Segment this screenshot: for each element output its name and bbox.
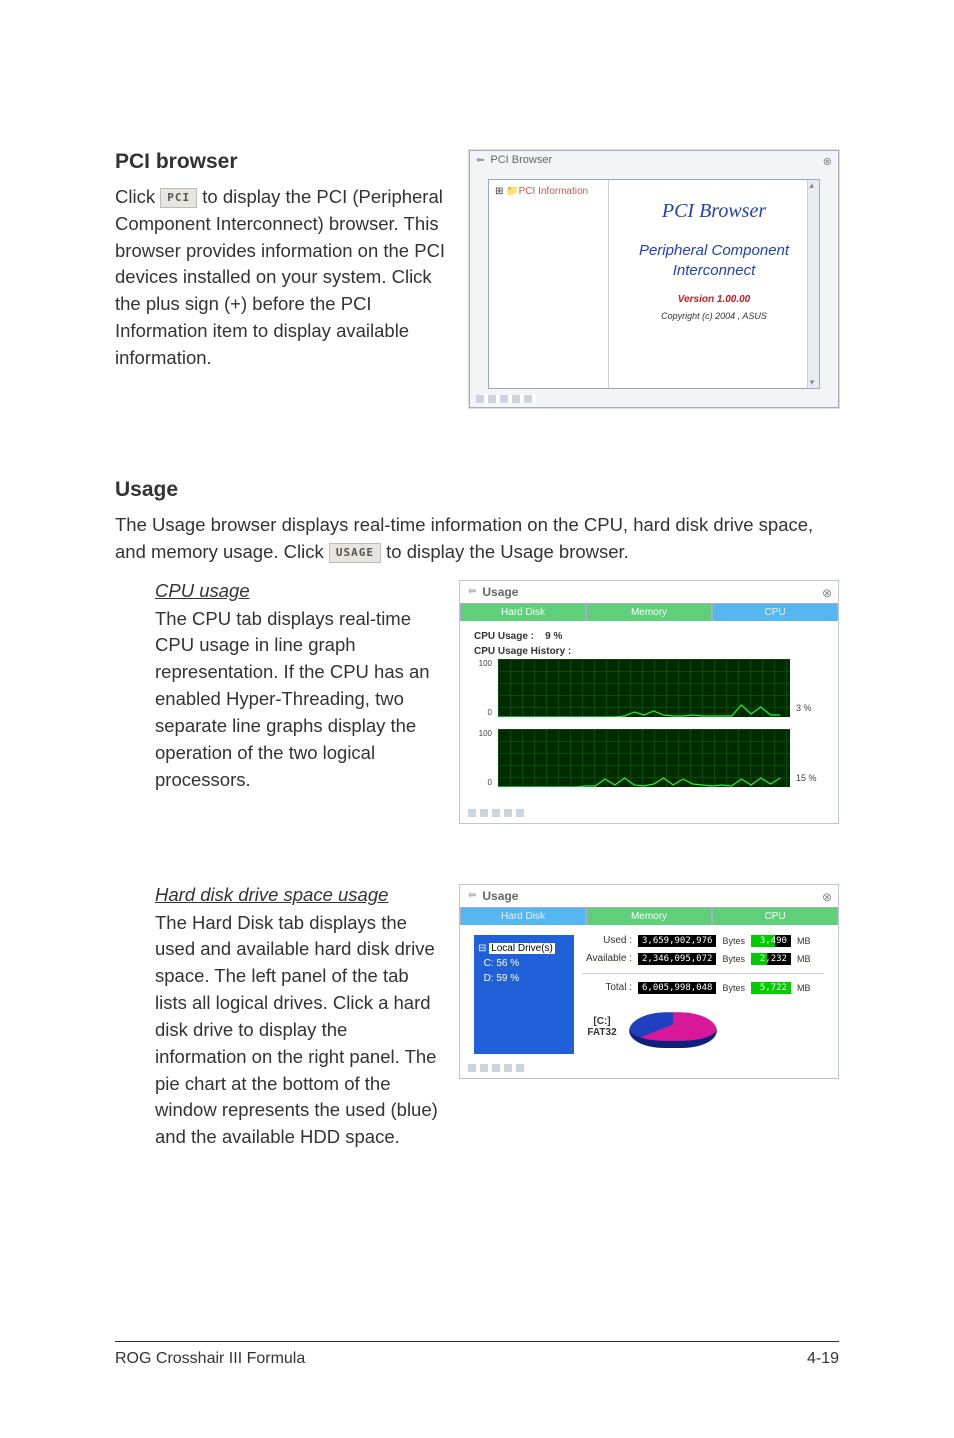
usage-section-text: The Usage browser displays real-time inf…	[115, 512, 839, 566]
tabs: Hard Disk Memory CPU	[460, 907, 838, 925]
hdd-total-label: Total :	[582, 982, 632, 993]
hdd-usage-window: Usage ⊗ Hard Disk Memory CPU ⊟ Local Dri…	[459, 884, 839, 1079]
cpu-usage-heading: CPU usage	[155, 580, 439, 602]
tab-hard-disk[interactable]: Hard Disk	[460, 603, 586, 621]
pci-content-sub2: Interconnect	[617, 261, 811, 281]
pci-content-sub1: Peripheral Component	[617, 241, 811, 261]
footer-right: 4-19	[807, 1350, 839, 1368]
window-grip	[476, 395, 536, 403]
hdd-row-available: Available : 2,346,095,072 Bytes 2,232 MB	[582, 953, 824, 965]
cpu-usage-text: The CPU tab displays real-time CPU usage…	[155, 606, 439, 794]
hdd-drive-tree[interactable]: ⊟ Local Drive(s) C: 56 % D: 59 %	[474, 935, 574, 1054]
cpu-window-title: Usage	[460, 581, 838, 603]
cpu-usage-label: CPU Usage :	[474, 631, 534, 642]
unit-mb: MB	[797, 983, 811, 993]
hdd-avail-mb: 2,232	[751, 953, 791, 965]
footer-left: ROG Crosshair III Formula	[115, 1350, 305, 1368]
cpu-y-axis: 1000	[474, 729, 492, 787]
unit-mb: MB	[797, 954, 811, 964]
pci-browser-window: PCI Browser ⊗ ⊞ 📁PCI Information PCI Bro…	[469, 150, 839, 408]
hdd-avail-bytes: 2,346,095,072	[638, 953, 716, 965]
tab-hard-disk[interactable]: Hard Disk	[460, 907, 586, 925]
cpu-usage-window: Usage ⊗ Hard Disk Memory CPU CPU Usage :…	[459, 580, 839, 824]
tab-memory[interactable]: Memory	[586, 907, 712, 925]
hdd-used-bytes: 3,659,902,976	[638, 935, 716, 947]
hdd-row-used: Used : 3,659,902,976 Bytes 3,490 MB	[582, 935, 824, 947]
tab-cpu[interactable]: CPU	[712, 907, 838, 925]
pci-copyright: Copyright (c) 2004 , ASUS	[617, 311, 811, 321]
pci-section-title: PCI browser	[115, 150, 449, 174]
cpu-graph-1	[498, 659, 790, 717]
cpu-graph-1-pct: 3 %	[796, 659, 824, 713]
hdd-details: Used : 3,659,902,976 Bytes 3,490 MB Avai…	[582, 935, 838, 1054]
pci-tree-root: PCI Information	[519, 186, 588, 197]
window-grip	[468, 1064, 528, 1072]
hdd-row-total: Total : 6,005,998,048 Bytes 5,722 MB	[582, 982, 824, 994]
close-icon[interactable]: ⊗	[823, 155, 832, 168]
page-footer: ROG Crosshair III Formula 4-19	[115, 1341, 839, 1368]
hdd-total-bytes: 6,005,998,048	[638, 982, 716, 994]
hdd-usage-heading: Hard disk drive space usage	[155, 884, 439, 906]
pci-text-after: to display the PCI (Peripheral Component…	[115, 186, 445, 368]
usage-section-title: Usage	[115, 478, 839, 502]
scrollbar[interactable]	[807, 180, 819, 388]
pci-content-heading: PCI Browser	[617, 200, 811, 223]
hdd-tree-root[interactable]: Local Drive(s)	[489, 943, 555, 954]
window-grip	[468, 809, 528, 817]
usage-text-after: to display the Usage browser.	[386, 541, 629, 562]
hdd-pie-chart	[621, 1012, 725, 1048]
hdd-total-mb: 5,722	[751, 982, 791, 994]
pci-content: PCI Browser Peripheral Component Interco…	[609, 180, 819, 388]
close-icon[interactable]: ⊗	[822, 890, 832, 904]
cpu-y-axis: 1000	[474, 659, 492, 717]
unit-bytes: Bytes	[722, 954, 745, 964]
hdd-tree-c[interactable]: C: 56 %	[484, 958, 520, 969]
hdd-avail-label: Available :	[582, 953, 632, 964]
pci-icon-button: PCI	[160, 188, 197, 208]
close-icon[interactable]: ⊗	[822, 586, 832, 600]
hdd-window-title: Usage	[460, 885, 838, 907]
unit-bytes: Bytes	[722, 983, 745, 993]
tab-cpu[interactable]: CPU	[712, 603, 838, 621]
pci-window-title: PCI Browser	[470, 151, 838, 169]
hdd-used-label: Used :	[582, 935, 632, 946]
hdd-usage-text: The Hard Disk tab displays the used and …	[155, 910, 439, 1151]
pci-text-before: Click	[115, 186, 160, 207]
usage-icon-button: USAGE	[329, 543, 381, 563]
pci-version: Version 1.00.00	[617, 294, 811, 305]
hdd-tree-d[interactable]: D: 59 %	[484, 973, 520, 984]
cpu-graph-2-pct: 15 %	[796, 729, 824, 783]
tabs: Hard Disk Memory CPU	[460, 603, 838, 621]
hdd-fs-label: [C:] FAT32	[582, 1016, 622, 1038]
pci-tree[interactable]: ⊞ 📁PCI Information	[489, 180, 609, 388]
unit-bytes: Bytes	[722, 936, 745, 946]
cpu-history-label: CPU Usage History :	[474, 646, 824, 657]
unit-mb: MB	[797, 936, 811, 946]
cpu-usage-value: 9 %	[545, 631, 562, 642]
hdd-used-mb: 3,490	[751, 935, 791, 947]
cpu-graph-2	[498, 729, 790, 787]
pci-section-text: Click PCI to display the PCI (Peripheral…	[115, 184, 449, 372]
tab-memory[interactable]: Memory	[586, 603, 712, 621]
